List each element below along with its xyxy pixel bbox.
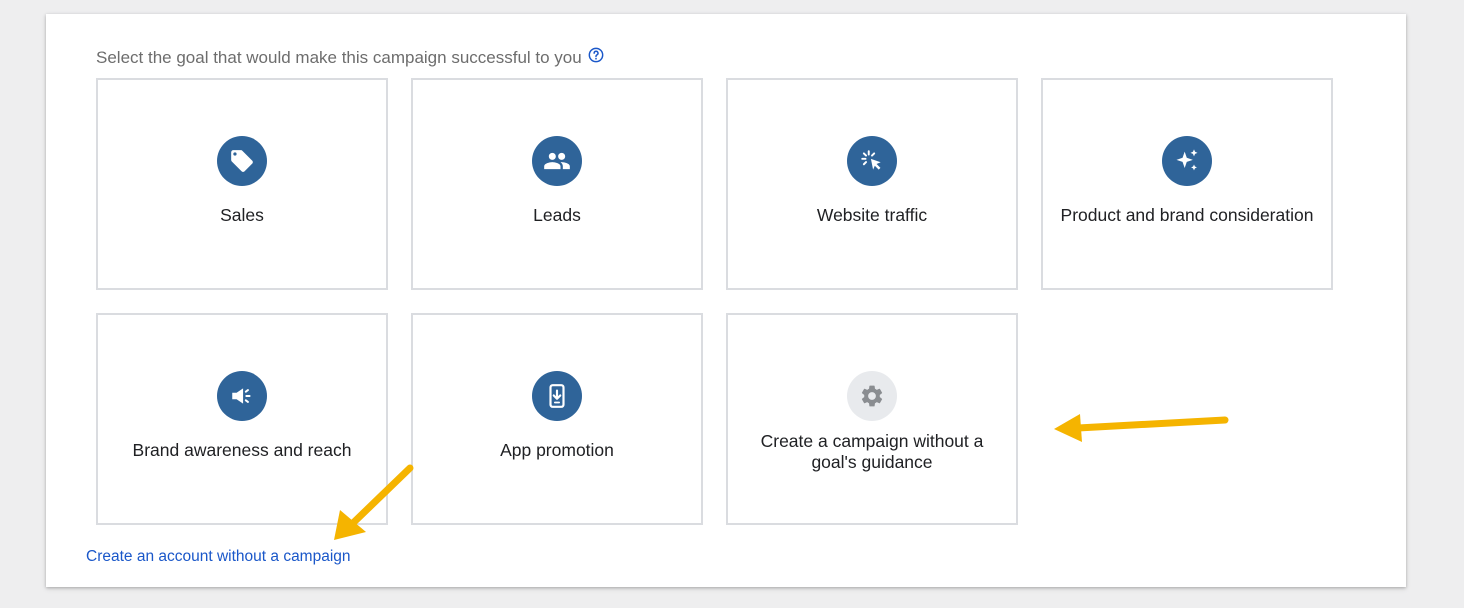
goal-card-product-brand-consideration[interactable]: Product and brand consideration [1041,78,1333,290]
goal-prompt-text: Select the goal that would make this cam… [96,48,582,67]
goal-card-sales[interactable]: Sales [96,78,388,290]
sparkle-icon [1162,136,1212,186]
goal-card-label: Sales [220,205,264,225]
annotation-arrow-icon [334,464,414,540]
help-circle-icon[interactable] [588,47,604,63]
megaphone-icon [217,371,267,421]
create-account-without-campaign-link[interactable]: Create an account without a campaign [86,548,351,566]
goal-card-label: Website traffic [816,205,928,225]
people-icon [532,136,582,186]
tag-icon [217,136,267,186]
phone-download-icon [532,371,582,421]
goal-card-app-promotion[interactable]: App promotion [411,313,703,525]
goal-card-label: Product and brand consideration [1060,205,1314,225]
cursor-click-icon [847,136,897,186]
goal-card-label: App promotion [500,440,614,460]
goal-card-website-traffic[interactable]: Website traffic [726,78,1018,290]
annotation-arrow-icon [1054,414,1229,442]
goal-card-label: Brand awareness and reach [132,440,352,460]
goal-card-leads[interactable]: Leads [411,78,703,290]
goal-selection-panel: Select the goal that would make this cam… [46,14,1406,587]
goal-prompt: Select the goal that would make this cam… [96,47,604,68]
goal-card-no-goal-guidance[interactable]: Create a campaign without a goal's guida… [726,313,1018,525]
goal-card-label: Create a campaign without a goal's guida… [760,431,984,472]
goal-card-label: Leads [533,205,581,225]
gear-icon [847,371,897,421]
